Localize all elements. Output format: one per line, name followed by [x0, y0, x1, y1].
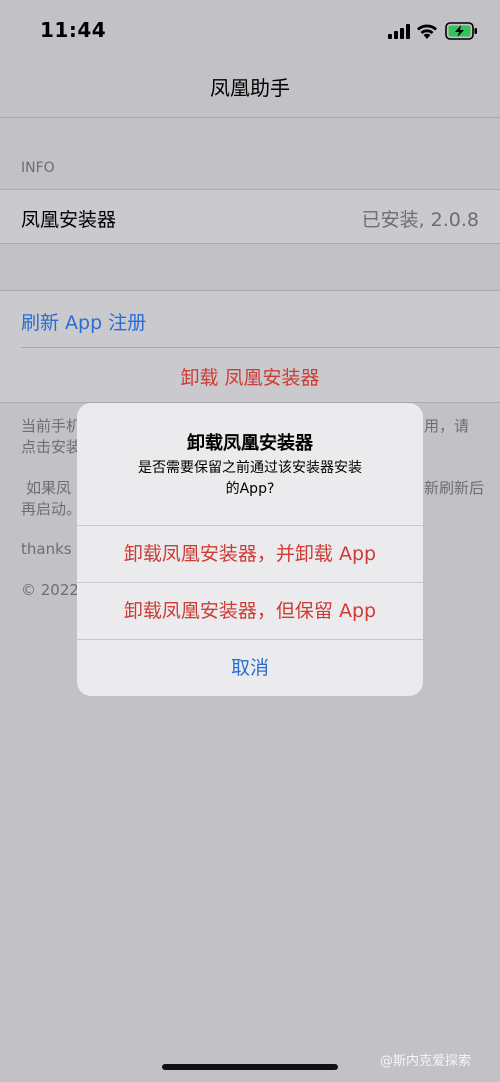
uninstall-installer-label: 卸载 凤凰安装器	[180, 367, 320, 389]
wifi-icon	[417, 24, 437, 39]
nav-title: 凤凰助手	[210, 76, 290, 100]
info-row: 凤凰安装器 已安装, 2.0.8	[0, 190, 500, 243]
divider	[0, 243, 500, 244]
home-indicator[interactable]	[162, 1064, 338, 1070]
footer-note-line2: 点击安装	[21, 438, 82, 456]
footer-thanks: thanks	[21, 540, 72, 558]
footer-note-line1-left: 当前手机	[21, 417, 82, 435]
footer-note-line3-right: 新刷新后	[424, 479, 485, 497]
footer-note-line3-left: 如果凤	[26, 479, 72, 497]
refresh-app-registration-button[interactable]: 刷新 App 注册	[0, 291, 500, 347]
section-header-info: INFO	[21, 160, 55, 176]
uninstall-all-button[interactable]: 卸载凤凰安装器，并卸载 App	[77, 526, 423, 582]
uninstall-keep-apps-button[interactable]: 卸载凤凰安装器，但保留 App	[77, 583, 423, 639]
alert-message: 是否需要保留之前通过该安装器安装 的App?	[97, 458, 403, 500]
watermark: @斯内克爱探索	[380, 1054, 472, 1069]
alert-title: 卸载凤凰安装器	[187, 433, 313, 454]
alert-message-line2: 的App?	[225, 481, 275, 497]
actions-group: 刷新 App 注册 卸载 凤凰安装器	[0, 291, 500, 402]
status-time: 11:44	[40, 18, 107, 42]
uninstall-installer-button[interactable]: 卸载 凤凰安装器	[0, 348, 500, 402]
cancel-button[interactable]: 取消	[77, 640, 423, 696]
info-row-label: 凤凰安装器	[21, 209, 117, 231]
uninstall-alert-dialog: 卸载凤凰安装器 是否需要保留之前通过该安装器安装 的App? 卸载凤凰安装器，并…	[77, 403, 423, 696]
battery-charging-icon	[445, 22, 477, 40]
footer-note-line4: 再启动。	[21, 500, 82, 518]
refresh-app-registration-label: 刷新 App 注册	[21, 312, 147, 334]
cellular-signal-icon	[388, 24, 410, 39]
install-status-value: 已安装, 2.0.8	[361, 209, 479, 231]
alert-message-line1: 是否需要保留之前通过该安装器安装	[138, 460, 362, 476]
footer-note-line1-right: 用，请	[424, 417, 470, 435]
status-bar: 11:44	[0, 0, 500, 62]
nav-divider	[0, 117, 500, 118]
footer-copyright: © 2022	[21, 581, 79, 599]
